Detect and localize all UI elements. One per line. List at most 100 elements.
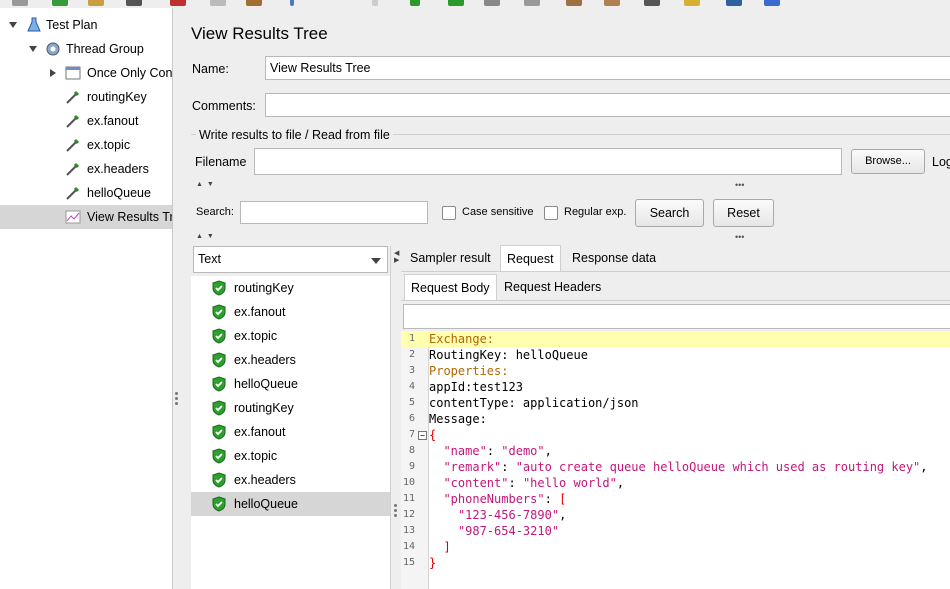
split-arrows-icon[interactable]: ◀ ▶ [394, 250, 399, 264]
tree-item-helloqueue[interactable]: helloQueue [0, 181, 172, 205]
tree-item-routingkey[interactable]: routingKey [0, 85, 172, 109]
result-item-label: ex.headers [234, 473, 296, 487]
gear-icon [46, 42, 60, 56]
code-search-field[interactable] [403, 304, 950, 329]
name-field[interactable]: View Results Tree [265, 56, 950, 80]
collapse-arrows-icon[interactable]: ▲▼ [196, 233, 218, 240]
success-shield-icon [212, 400, 226, 416]
result-item-label: helloQueue [234, 497, 298, 511]
tree-item-view-results-tree[interactable]: View Results Tr [0, 205, 172, 229]
page-title: View Results Tree [191, 24, 328, 43]
paste-icon[interactable] [246, 0, 262, 6]
chevron-down-icon [371, 258, 381, 264]
result-item[interactable]: ex.topic [191, 444, 390, 468]
search-icon[interactable] [644, 0, 660, 6]
divider-grip-icon[interactable]: ••• [735, 180, 744, 190]
result-item[interactable]: ex.topic [191, 324, 390, 348]
search-input[interactable] [240, 201, 428, 224]
function-helper-icon[interactable] [726, 0, 742, 6]
code-text: Message: [429, 412, 487, 426]
tab-sampler-result[interactable]: Sampler result [404, 245, 497, 271]
splitter-dot [394, 504, 397, 507]
code-line: 6 Message: [401, 411, 950, 427]
collapse-arrows-icon[interactable]: ▲▼ [196, 181, 218, 188]
chevron-right-icon[interactable] [50, 69, 56, 77]
tree-item-ex-headers[interactable]: ex.headers [0, 157, 172, 181]
tab-request-headers[interactable]: Request Headers [498, 274, 607, 300]
renderer-select[interactable]: Text [193, 246, 388, 273]
result-item[interactable]: ex.headers [191, 468, 390, 492]
tree-splitter[interactable] [173, 8, 183, 589]
templates-icon[interactable] [52, 0, 68, 6]
line-number: 4 [408, 381, 415, 392]
code-lines: 1 Exchange: 2 RoutingKey: helloQueue 3 Proper… [401, 331, 950, 589]
code-line: 7 {− [401, 427, 950, 443]
start-no-pause-icon[interactable] [448, 0, 464, 6]
expand-icon[interactable] [290, 0, 294, 6]
line-number: 11 [402, 493, 415, 504]
tab-request[interactable]: Request [500, 245, 561, 271]
reset-search-icon[interactable] [684, 0, 700, 6]
tab-request-body[interactable]: Request Body [404, 274, 497, 300]
tree-item-ex-fanout[interactable]: ex.fanout [0, 109, 172, 133]
code-text: Exchange: [429, 332, 495, 346]
cut-icon[interactable] [170, 0, 186, 6]
stop-icon[interactable] [484, 0, 500, 6]
line-number: 12 [402, 509, 415, 520]
search-button[interactable]: Search [635, 199, 704, 227]
result-item-label: ex.topic [234, 449, 278, 463]
copy-icon[interactable] [210, 0, 226, 6]
success-shield-icon [212, 496, 226, 512]
chevron-down-icon[interactable] [9, 22, 17, 28]
browse-button[interactable]: Browse... [851, 149, 925, 174]
tab-response-data[interactable]: Response data [566, 245, 662, 271]
tree-item-test-plan[interactable]: Test Plan [0, 13, 172, 37]
divider-grip-icon[interactable]: ••• [735, 232, 744, 242]
clear-all-icon[interactable] [604, 0, 620, 6]
regex-checkbox[interactable] [544, 206, 558, 220]
result-item[interactable]: ex.headers [191, 348, 390, 372]
open-icon[interactable] [88, 0, 104, 6]
chevron-down-icon[interactable] [29, 46, 37, 52]
result-item[interactable]: helloQueue [191, 372, 390, 396]
result-splitter[interactable] [390, 246, 401, 589]
code-line: 14 ] [401, 539, 950, 555]
code-text: contentType: application/json [429, 396, 639, 410]
line-number: 10 [402, 477, 415, 488]
code-text: "123-456-7890", [457, 508, 567, 522]
filename-field[interactable] [254, 148, 842, 175]
line-number: 9 [408, 461, 415, 472]
code-line: 15} [401, 555, 950, 571]
result-item[interactable]: ex.fanout [191, 420, 390, 444]
result-item-label: ex.fanout [234, 305, 286, 319]
code-line: 3 Properties: [401, 363, 950, 379]
case-sensitive-checkbox[interactable] [442, 206, 456, 220]
result-item[interactable]: helloQueue [191, 492, 390, 516]
result-item[interactable]: routingKey [191, 276, 390, 300]
clear-icon[interactable] [566, 0, 582, 6]
toggle-icon[interactable] [372, 0, 378, 6]
result-item[interactable]: ex.fanout [191, 300, 390, 324]
success-shield-icon [212, 304, 226, 320]
help-icon[interactable] [764, 0, 780, 6]
new-icon[interactable] [12, 0, 28, 6]
line-number: 2 [408, 349, 415, 360]
save-icon[interactable] [126, 0, 142, 6]
fold-toggle-icon[interactable]: − [418, 431, 427, 440]
tree-item-ex-topic[interactable]: ex.topic [0, 133, 172, 157]
comments-field[interactable] [265, 93, 950, 117]
code-text: "987-654-3210" [457, 524, 560, 538]
code-line: 5 contentType: application/json [401, 395, 950, 411]
code-line: 2 RoutingKey: helloQueue [401, 347, 950, 363]
reset-button[interactable]: Reset [713, 199, 774, 227]
dropper-icon [66, 114, 80, 128]
tree-item-once-only-controller[interactable]: Once Only Cont [0, 61, 172, 85]
result-item[interactable]: routingKey [191, 396, 390, 420]
shutdown-icon[interactable] [524, 0, 540, 6]
tree-item-thread-group[interactable]: Thread Group [0, 37, 172, 61]
name-label: Name: [192, 62, 229, 76]
start-icon[interactable] [410, 0, 420, 6]
result-list: routingKey ex.fanout ex.topic ex.headers hel… [191, 276, 390, 589]
filename-label: Filename [195, 155, 247, 169]
dropper-icon [66, 90, 80, 104]
